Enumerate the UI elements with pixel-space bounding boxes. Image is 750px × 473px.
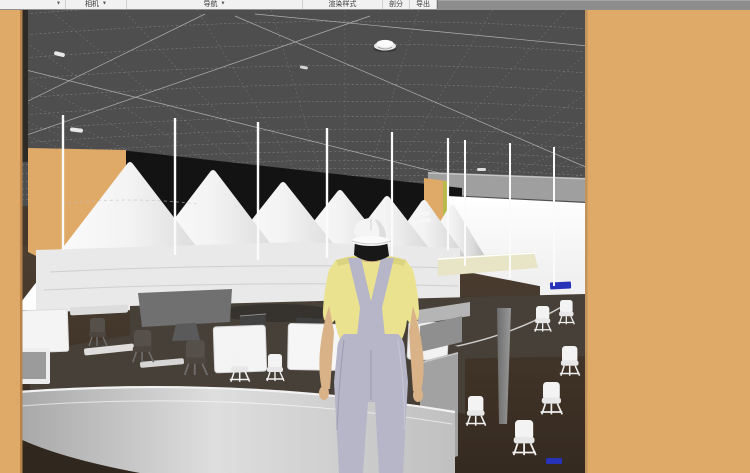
left-wall — [0, 10, 22, 473]
chevron-down-icon: ▼ — [56, 0, 61, 9]
scene-3d — [0, 10, 750, 473]
toolbar: ▼ 相机 ▼ 导航 ▼ 渲染样式 剖分 导出 — [0, 0, 750, 10]
export-button[interactable]: 导出 — [410, 0, 437, 9]
toolbar-spacer — [437, 0, 750, 9]
monitor-back — [138, 289, 232, 327]
view-dropdown-button[interactable]: ▼ — [0, 0, 66, 9]
section-button[interactable]: 剖分 — [383, 0, 410, 9]
navigation-button[interactable]: 导航 ▼ — [127, 0, 303, 9]
viewport-3d[interactable] — [0, 10, 750, 473]
chevron-down-icon: ▼ — [221, 0, 226, 9]
right-wall — [585, 10, 750, 473]
chevron-down-icon: ▼ — [102, 0, 107, 9]
camera-button[interactable]: 相机 ▼ — [66, 0, 127, 9]
render-style-button[interactable]: 渲染样式 — [303, 0, 383, 9]
application-window: ▼ 相机 ▼ 导航 ▼ 渲染样式 剖分 导出 — [0, 0, 750, 473]
